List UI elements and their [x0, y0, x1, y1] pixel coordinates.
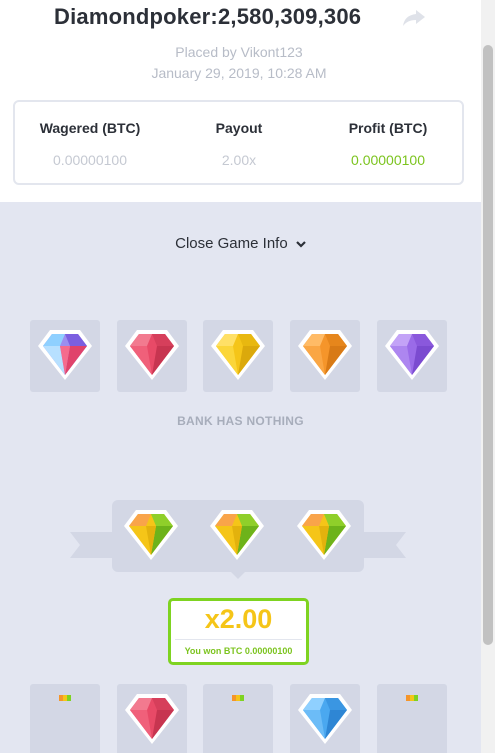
red-gem-icon — [125, 694, 179, 744]
profit-value: 0.00000100 — [351, 152, 425, 168]
win-amount: You won BTC 0.00000100 — [184, 646, 293, 656]
orange-gem-icon — [298, 330, 352, 380]
payout-label: Payout — [215, 120, 263, 136]
profit-label: Profit (BTC) — [348, 120, 428, 136]
header: Diamondpoker:2,580,309,306 — [0, 2, 482, 34]
win-result-box: x2.00 You won BTC 0.00000100 — [168, 598, 309, 665]
game-info-panel: Close Game Info BANK HAS NOTHING x2.00 Y… — [0, 202, 481, 753]
yellow-green-gem-icon — [124, 510, 178, 560]
bank-slot — [290, 320, 360, 392]
player-slot — [290, 684, 360, 753]
scrollbar-thumb[interactable] — [483, 45, 493, 645]
bank-status: BANK HAS NOTHING — [177, 414, 304, 428]
bank-slot — [377, 320, 447, 392]
wagered-value: 0.00000100 — [53, 152, 127, 168]
player-slot — [30, 684, 100, 753]
result-pointer — [229, 570, 247, 579]
bank-slot — [30, 320, 100, 392]
yellow-gem-icon — [211, 330, 265, 380]
close-game-info-toggle[interactable]: Close Game Info — [0, 235, 481, 252]
placed-by: Placed by Vikont123 — [175, 44, 303, 60]
yellow-green-gem-icon — [210, 510, 264, 560]
multicolor-gem-icon — [38, 330, 92, 380]
player-slot — [377, 684, 447, 753]
yellow-green-gem-icon — [297, 510, 351, 560]
slot-marker — [59, 688, 71, 701]
page-title: Diamondpoker:2,580,309,306 — [54, 4, 362, 29]
toggle-label: Close Game Info — [175, 235, 288, 252]
player-slot — [203, 684, 273, 753]
slot-marker — [406, 688, 418, 701]
share-icon[interactable] — [402, 8, 426, 28]
profit-stat: Profit (BTC) 0.00000100 — [313, 120, 463, 168]
bank-slot — [117, 320, 187, 392]
divider — [175, 639, 302, 640]
payout-stat: Payout 2.00x — [164, 120, 314, 168]
bet-date: January 29, 2019, 10:28 AM — [151, 65, 327, 81]
chevron-down-icon — [296, 241, 306, 248]
payout-value: 2.00x — [221, 152, 257, 168]
player-slot — [117, 684, 187, 753]
blue-gem-icon — [298, 694, 352, 744]
red-gem-icon — [125, 330, 179, 380]
wagered-label: Wagered (BTC) — [39, 120, 141, 136]
bank-slot — [203, 320, 273, 392]
slot-marker — [232, 688, 244, 701]
bet-stats-card: Wagered (BTC) 0.00000100 Payout 2.00x Pr… — [13, 100, 464, 185]
payout-multiplier: x2.00 — [204, 604, 273, 634]
wagered-stat: Wagered (BTC) 0.00000100 — [15, 120, 165, 168]
purple-gem-icon — [385, 330, 439, 380]
